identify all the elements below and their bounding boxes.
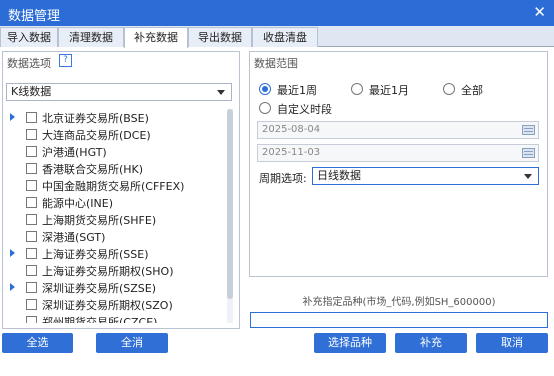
chevron-down-icon	[524, 174, 532, 179]
data-type-select[interactable]: K线数据	[6, 83, 232, 101]
checkbox[interactable]	[26, 163, 37, 174]
exchange-tree: 北京证券交易所(BSE) 大连商品交易所(DCE) 沪港通(HGT) 香港联合交…	[8, 109, 234, 323]
window-title: 数据管理	[8, 9, 61, 24]
checkbox[interactable]	[26, 231, 37, 242]
tab-supplement[interactable]: 补充数据	[124, 27, 188, 48]
select-all-button[interactable]: 全选	[2, 333, 73, 353]
checkbox[interactable]	[26, 197, 37, 208]
radio-last-month[interactable]	[351, 83, 363, 95]
tree-item-hgt[interactable]: 沪港通(HGT)	[8, 143, 228, 160]
expand-arrow-icon[interactable]	[10, 249, 15, 257]
tab-import[interactable]: 导入数据	[0, 27, 58, 47]
chevron-down-icon	[217, 90, 225, 95]
checkbox[interactable]	[26, 299, 37, 310]
tree-item-label: 上海证券交易所期权(SHO)	[42, 265, 174, 278]
checkbox[interactable]	[26, 129, 37, 140]
tree-item-shfe[interactable]: 上海期货交易所(SHFE)	[8, 211, 228, 228]
tree-item-label: 北京证券交易所(BSE)	[42, 112, 149, 125]
cancel-button[interactable]: 取消	[476, 333, 548, 353]
tree-item-label: 沪港通(HGT)	[42, 146, 107, 159]
tree-item-label: 大连商品交易所(DCE)	[42, 129, 151, 142]
supplement-symbol-input[interactable]	[250, 312, 548, 328]
period-select[interactable]: 日线数据	[312, 167, 539, 185]
expand-arrow-icon[interactable]	[10, 283, 15, 291]
supplement-hint: 补充指定品种(市场_代码,例如SH_600000)	[302, 297, 496, 308]
tree-item-hk[interactable]: 香港联合交易所(HK)	[8, 160, 228, 177]
close-icon[interactable]: ✕	[533, 3, 546, 21]
tree-item-label: 中国金融期货交易所(CFFEX)	[42, 180, 185, 193]
radio-custom-period-label: 自定义时段	[277, 103, 332, 116]
tab-export[interactable]: 导出数据	[188, 27, 252, 47]
tree-item-szo[interactable]: 深圳证券交易所期权(SZO)	[8, 296, 228, 313]
tab-bar: 导入数据 清理数据 补充数据 导出数据 收盘清盘	[0, 26, 554, 48]
supplement-button[interactable]: 补充	[395, 333, 467, 353]
tree-item-label: 郑州期货交易所(CZCE)	[42, 316, 158, 323]
tree-item-ine[interactable]: 能源中心(INE)	[8, 194, 228, 211]
tree-item-label: 深港通(SGT)	[42, 231, 106, 244]
end-date-value: 2025-11-03	[262, 147, 321, 158]
tree-item-label: 香港联合交易所(HK)	[42, 163, 144, 176]
radio-last-week-label: 最近1周	[277, 84, 317, 97]
tree-item-dce[interactable]: 大连商品交易所(DCE)	[8, 126, 228, 143]
radio-all[interactable]	[443, 83, 455, 95]
checkbox[interactable]	[26, 282, 37, 293]
tree-item-czce[interactable]: 郑州期货交易所(CZCE)	[8, 313, 228, 323]
checkbox[interactable]	[26, 180, 37, 191]
clear-all-button[interactable]: 全消	[96, 333, 168, 353]
checkbox[interactable]	[26, 112, 37, 123]
help-icon[interactable]: ?	[59, 54, 72, 67]
radio-custom-period[interactable]	[259, 102, 271, 114]
period-label: 周期选项:	[259, 172, 307, 185]
tree-item-bse[interactable]: 北京证券交易所(BSE)	[8, 109, 228, 126]
tree-item-sse[interactable]: 上海证券交易所(SSE)	[8, 245, 228, 262]
calendar-icon[interactable]	[522, 148, 535, 158]
radio-last-month-label: 最近1月	[369, 84, 409, 97]
data-options-title: 数据选项	[7, 57, 51, 70]
tree-item-sgt[interactable]: 深港通(SGT)	[8, 228, 228, 245]
checkbox[interactable]	[26, 146, 37, 157]
calendar-icon[interactable]	[522, 125, 535, 135]
tree-item-sho[interactable]: 上海证券交易所期权(SHO)	[8, 262, 228, 279]
checkbox[interactable]	[26, 214, 37, 225]
checkbox[interactable]	[26, 316, 37, 323]
tree-item-label: 上海证券交易所(SSE)	[42, 248, 149, 261]
tree-item-label: 深圳证券交易所(SZSE)	[42, 282, 157, 295]
tab-clean[interactable]: 清理数据	[58, 27, 124, 47]
tree-item-label: 上海期货交易所(SHFE)	[42, 214, 157, 227]
expand-arrow-icon[interactable]	[10, 113, 15, 121]
data-range-title: 数据范围	[254, 57, 298, 70]
tree-scroll-thumb[interactable]	[227, 109, 233, 299]
choose-symbol-button[interactable]: 选择品种	[314, 333, 386, 353]
start-date-value: 2025-08-04	[262, 124, 321, 135]
data-management-window: 数据管理 ✕ 导入数据 清理数据 补充数据 导出数据 收盘清盘 数据选项 ? K…	[0, 0, 554, 376]
tree-item-label: 深圳证券交易所期权(SZO)	[42, 299, 173, 312]
data-type-value: K线数据	[11, 85, 52, 98]
tree-item-label: 能源中心(INE)	[42, 197, 114, 210]
period-value: 日线数据	[317, 169, 361, 182]
tree-item-cffex[interactable]: 中国金融期货交易所(CFFEX)	[8, 177, 228, 194]
start-date-field[interactable]: 2025-08-04	[257, 121, 539, 139]
end-date-field[interactable]: 2025-11-03	[257, 144, 539, 162]
radio-all-label: 全部	[461, 84, 483, 97]
tab-close-clear[interactable]: 收盘清盘	[252, 27, 318, 47]
radio-last-week[interactable]	[259, 83, 271, 95]
checkbox[interactable]	[26, 248, 37, 259]
checkbox[interactable]	[26, 265, 37, 276]
tree-item-szse[interactable]: 深圳证券交易所(SZSE)	[8, 279, 228, 296]
title-bar: 数据管理 ✕	[0, 0, 554, 26]
